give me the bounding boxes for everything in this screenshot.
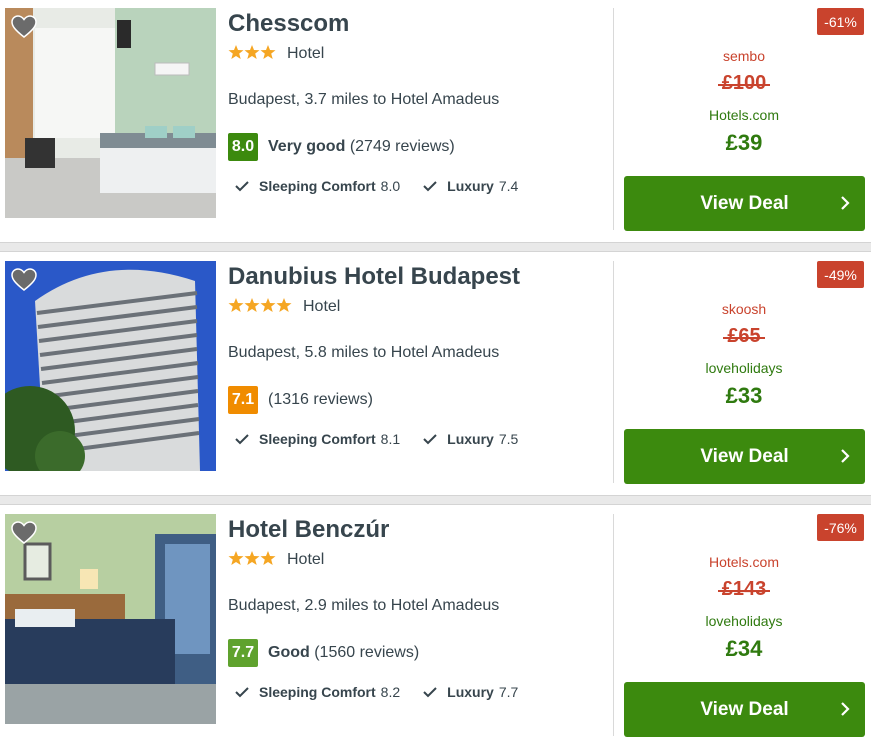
old-price-value: £65 xyxy=(723,325,766,347)
review-count: (2749 reviews) xyxy=(349,138,455,155)
sub-rating-value: 8.1 xyxy=(380,431,401,447)
hotel-photo[interactable] xyxy=(5,8,216,218)
best-price[interactable]: £34 xyxy=(624,636,864,662)
old-price-value: £100 xyxy=(717,72,770,94)
view-deal-label: View Deal xyxy=(700,192,789,214)
review-count: (1316 reviews) xyxy=(268,391,373,408)
rating-text: (1316 reviews) xyxy=(268,391,373,409)
view-deal-button[interactable]: View Deal xyxy=(624,682,865,737)
chevron-right-icon xyxy=(841,449,850,463)
sub-rating-value: 8.2 xyxy=(380,684,401,700)
star-icon xyxy=(244,298,260,312)
old-price-provider[interactable]: sembo xyxy=(624,48,864,64)
hotel-name[interactable]: Hotel Benczúr xyxy=(228,516,389,544)
discount-badge: -61% xyxy=(817,8,864,35)
rating-score: 8.0 xyxy=(228,133,258,161)
card-separator xyxy=(0,242,871,252)
hotel-location: Budapest, 5.8 miles to Hotel Amadeus xyxy=(228,344,500,361)
best-price[interactable]: £39 xyxy=(624,130,864,156)
check-icon xyxy=(235,687,249,698)
old-price[interactable]: £143 xyxy=(624,578,864,601)
star-icon xyxy=(228,551,244,565)
sub-rating-value: 7.7 xyxy=(498,684,519,700)
star-rating xyxy=(228,297,292,318)
star-icon xyxy=(244,45,260,59)
best-price-provider[interactable]: loveholidays xyxy=(624,360,864,376)
hotel-type: Hotel xyxy=(287,45,325,62)
rating-row: 7.7 Good (1560 reviews) xyxy=(228,639,419,667)
hotel-card[interactable]: Chesscom Hotel Budapest, 3.7 miles to Ho… xyxy=(0,0,871,242)
sub-rating-value: 7.4 xyxy=(498,178,519,194)
hotel-photo[interactable] xyxy=(5,514,216,724)
sub-rating-value: 7.5 xyxy=(498,431,519,447)
rating-label: Very good xyxy=(268,138,346,155)
star-icon xyxy=(276,298,292,312)
view-deal-label: View Deal xyxy=(700,445,789,467)
star-icon xyxy=(244,551,260,565)
best-price[interactable]: £33 xyxy=(624,383,864,409)
view-deal-button[interactable]: View Deal xyxy=(624,176,865,231)
sub-rating-label: Luxury xyxy=(447,684,494,700)
star-icon xyxy=(228,45,244,59)
sub-rating-label: Sleeping Comfort xyxy=(259,684,376,700)
card-separator xyxy=(0,495,871,505)
heart-icon[interactable] xyxy=(11,521,37,545)
check-icon xyxy=(423,434,437,445)
hotel-name[interactable]: Danubius Hotel Budapest xyxy=(228,263,520,291)
hotel-name[interactable]: Chesscom xyxy=(228,10,349,38)
rating-row: 8.0 Very good (2749 reviews) xyxy=(228,133,455,161)
star-icon xyxy=(260,298,276,312)
rating-text: Good (1560 reviews) xyxy=(268,644,419,662)
discount-badge: -76% xyxy=(817,514,864,541)
best-price-provider[interactable]: loveholidays xyxy=(624,613,864,629)
star-icon xyxy=(260,45,276,59)
rating-text: Very good (2749 reviews) xyxy=(268,138,455,156)
check-icon xyxy=(423,181,437,192)
star-icon xyxy=(260,551,276,565)
rating-label: Good xyxy=(268,644,310,661)
sub-rating-label: Luxury xyxy=(447,178,494,194)
sub-rating-label: Sleeping Comfort xyxy=(259,431,376,447)
chevron-right-icon xyxy=(841,702,850,716)
best-price-provider[interactable]: Hotels.com xyxy=(624,107,864,123)
sub-ratings: Sleeping Comfort 8.1 Luxury 7.5 xyxy=(234,431,540,447)
hotel-type: Hotel xyxy=(303,298,341,315)
view-deal-button[interactable]: View Deal xyxy=(624,429,865,484)
rating-score: 7.1 xyxy=(228,386,258,414)
heart-icon[interactable] xyxy=(11,268,37,292)
old-price[interactable]: £100 xyxy=(624,72,864,95)
rating-row: 7.1 (1316 reviews) xyxy=(228,386,373,414)
star-rating xyxy=(228,44,276,65)
divider xyxy=(613,514,614,736)
divider xyxy=(613,8,614,230)
hotel-photo[interactable] xyxy=(5,261,216,471)
star-rating xyxy=(228,550,276,571)
old-price-value: £143 xyxy=(717,578,770,600)
check-icon xyxy=(235,434,249,445)
sub-rating-label: Sleeping Comfort xyxy=(259,178,376,194)
hotel-location: Budapest, 2.9 miles to Hotel Amadeus xyxy=(228,597,500,614)
hotel-card[interactable]: Hotel Benczúr Hotel Budapest, 2.9 miles … xyxy=(0,506,871,748)
hotel-location: Budapest, 3.7 miles to Hotel Amadeus xyxy=(228,91,500,108)
old-price[interactable]: £65 xyxy=(624,325,864,348)
old-price-provider[interactable]: skoosh xyxy=(624,301,864,317)
sub-rating-label: Luxury xyxy=(447,431,494,447)
star-icon xyxy=(228,298,244,312)
rating-score: 7.7 xyxy=(228,639,258,667)
hotel-card[interactable]: Danubius Hotel Budapest Hotel Budapest, … xyxy=(0,253,871,495)
view-deal-label: View Deal xyxy=(700,698,789,720)
check-icon xyxy=(235,181,249,192)
chevron-right-icon xyxy=(841,196,850,210)
sub-rating-value: 8.0 xyxy=(380,178,401,194)
heart-icon[interactable] xyxy=(11,15,37,39)
sub-ratings: Sleeping Comfort 8.2 Luxury 7.7 xyxy=(234,684,540,700)
old-price-provider[interactable]: Hotels.com xyxy=(624,554,864,570)
divider xyxy=(613,261,614,483)
review-count: (1560 reviews) xyxy=(314,644,420,661)
check-icon xyxy=(423,687,437,698)
discount-badge: -49% xyxy=(817,261,864,288)
hotel-type: Hotel xyxy=(287,551,325,568)
sub-ratings: Sleeping Comfort 8.0 Luxury 7.4 xyxy=(234,178,540,194)
